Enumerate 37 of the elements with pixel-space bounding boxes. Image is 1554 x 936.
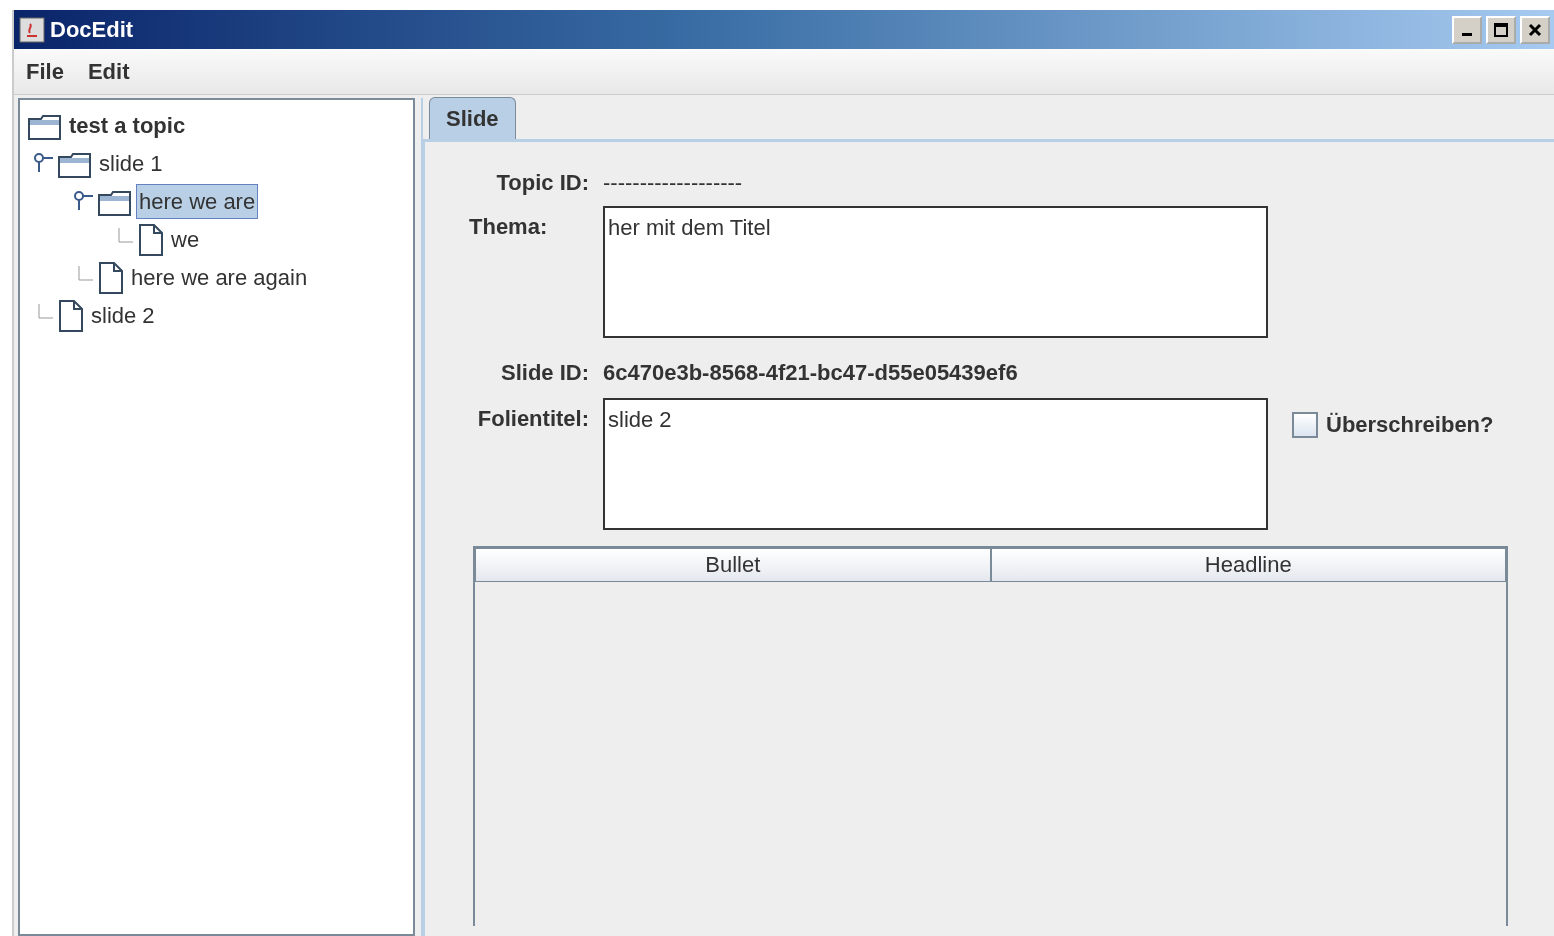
close-icon [1527, 21, 1543, 38]
topic-id-value: ------------------- [603, 168, 743, 197]
theme-field[interactable]: her mit dem Titel [603, 206, 1268, 338]
close-button[interactable] [1520, 15, 1550, 44]
folder-icon [58, 151, 92, 178]
slide-id-value: 6c470e3b-8568-4f21-bc47-d55e05439ef6 [603, 358, 1018, 387]
tree-item[interactable]: here we are [136, 183, 259, 219]
tree-item[interactable]: slide 2 [88, 297, 158, 333]
column-header[interactable]: Headline [990, 548, 1506, 582]
checkbox[interactable] [1292, 411, 1318, 438]
tree-item[interactable]: test a topic [66, 107, 189, 143]
field-label: Topic ID: [495, 168, 589, 197]
document-icon [58, 300, 84, 333]
tree-item[interactable]: here we are again [128, 259, 311, 295]
minimize-icon [1462, 33, 1472, 36]
maximize-icon [1493, 21, 1509, 38]
field-label: Slide ID: [500, 358, 589, 387]
menu-item[interactable]: Edit [87, 55, 130, 88]
checkbox-label: Überschreiben? [1326, 411, 1494, 439]
folder-icon [28, 113, 62, 140]
field-label: Folientitel: [476, 405, 589, 433]
column-header[interactable]: Bullet [475, 548, 991, 582]
field-label: Thema: [469, 213, 549, 241]
tree-item[interactable]: slide 1 [96, 145, 166, 181]
minimize-button[interactable] [1452, 15, 1482, 44]
tree-item[interactable]: we [168, 221, 203, 257]
expand-handle-icon[interactable] [32, 152, 54, 174]
expand-handle-icon[interactable] [72, 190, 94, 212]
document-icon [138, 224, 164, 257]
tab[interactable]: Slide [429, 97, 516, 139]
menu-item[interactable]: File [26, 55, 64, 88]
document-icon [98, 262, 124, 295]
slide-title-field[interactable]: slide 2 [603, 398, 1268, 530]
folder-icon [98, 189, 132, 216]
app-icon [18, 15, 46, 44]
maximize-button[interactable] [1486, 15, 1516, 44]
window-title: DocEdit [50, 16, 134, 44]
